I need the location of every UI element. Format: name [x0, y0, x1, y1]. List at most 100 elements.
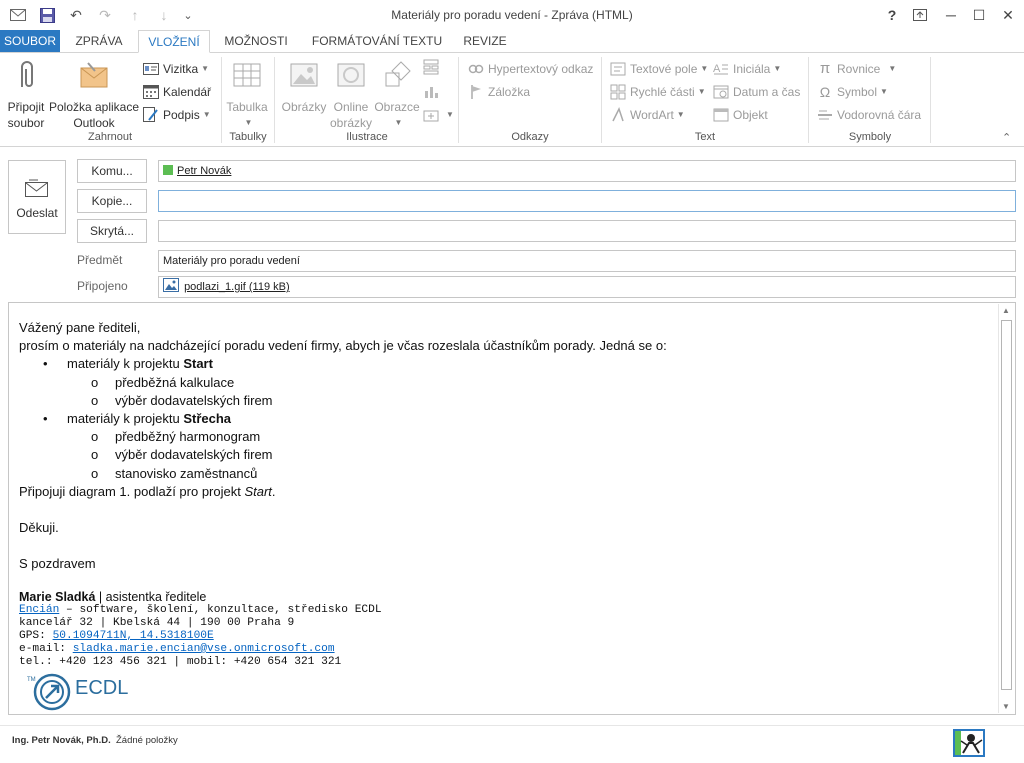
hyperlink-button[interactable]: Hypertextový odkaz [468, 59, 593, 79]
bcc-field[interactable] [158, 220, 1016, 242]
wordart-button[interactable]: WordArt ▼ [610, 105, 685, 125]
object-icon [713, 108, 729, 122]
email-link[interactable]: sladka.marie.encian@vse.onmicrosoft.com [73, 643, 335, 655]
message-body[interactable]: Vážený pane řediteli, prosím o materiály… [8, 302, 1016, 715]
tab-format-text[interactable]: FORMÁTOVÁNÍ TEXTU [306, 30, 448, 53]
sub-list-item: o stanovisko zaměstnanců [19, 465, 989, 483]
bullet-icon: • [43, 356, 48, 372]
smartart-button[interactable] [423, 57, 443, 77]
bookmark-label: Záložka [488, 85, 531, 99]
outlook-item-button[interactable]: Položka aplikace Outlook [48, 59, 140, 131]
sub-list-item: o předběžná kalkulace [19, 374, 989, 392]
pictures-icon [290, 63, 318, 87]
close-button[interactable]: ✕ [994, 4, 1022, 26]
bookmark-button[interactable]: Záložka [468, 82, 530, 102]
people-pane: Ing. Petr Novák, Ph.D. Žádné položky [0, 725, 1024, 763]
send-label: Odeslat [16, 206, 58, 220]
help-button[interactable]: ? [878, 4, 906, 26]
scroll-thumb[interactable] [1001, 320, 1012, 690]
horizontal-line-icon [818, 110, 832, 120]
list-item: • materiály k projektu Střecha [19, 410, 989, 428]
tab-file[interactable]: SOUBOR [0, 30, 60, 53]
business-card-icon [143, 63, 159, 75]
signature-email-line: e-mail: sladka.marie.encian@vse.onmicros… [19, 643, 989, 656]
equation-label: Rovnice [837, 62, 881, 76]
ecdl-logo: TM ECDL [19, 671, 989, 713]
maximize-button[interactable]: ☐ [965, 4, 993, 26]
scroll-down-icon[interactable]: ▼ [1002, 702, 1010, 711]
circle-bullet-icon: o [91, 447, 99, 463]
signature-block: Marie Sladká | asistentka ředitele Enciá… [19, 590, 989, 713]
chevron-down-icon: ▼ [676, 110, 685, 119]
contact-picture[interactable] [953, 729, 985, 757]
gps-link[interactable]: 50.1094711N, 14.5318100E [53, 630, 214, 642]
text-box-icon [610, 62, 626, 76]
quick-parts-button[interactable]: Rychlé části ▼ [610, 82, 706, 102]
thanks-line: Děkuji. [19, 520, 59, 536]
ecdl-globe-icon [33, 673, 71, 711]
drop-cap-button[interactable]: A Iniciála ▼ [713, 59, 781, 79]
equation-button[interactable]: π Rovnice ▼ [817, 59, 896, 79]
group-include-label: Zahrnout [87, 131, 133, 143]
wordart-label: WordArt [630, 108, 674, 122]
to-button[interactable]: Komu... [77, 159, 147, 183]
outlook-item-label-1: Položka aplikace [48, 100, 140, 114]
group-separator [930, 57, 931, 143]
tab-review[interactable]: REVIZE [456, 30, 514, 53]
chart-button[interactable] [423, 81, 443, 101]
attachment-note-end: . [271, 483, 276, 499]
people-pane-person[interactable]: Ing. Petr Novák, Ph.D. [12, 735, 111, 746]
chevron-down-icon: ▼ [773, 64, 782, 73]
horizontal-line-button[interactable]: Vodorovná čára [817, 105, 921, 125]
collapse-ribbon-icon[interactable]: ⌃ [1002, 131, 1011, 144]
tab-options[interactable]: MOŽNOSTI [216, 30, 296, 53]
online-pictures-button[interactable]: Online obrázky [330, 59, 372, 131]
table-button[interactable]: Tabulka ▼ [224, 59, 270, 131]
business-card-button[interactable]: Vizitka ▼ [143, 59, 209, 79]
online-pictures-label-1: Online [333, 100, 369, 114]
group-separator [808, 57, 809, 143]
scroll-up-icon[interactable]: ▲ [1002, 306, 1010, 315]
shapes-button[interactable]: Obrazce ▼ [374, 59, 420, 131]
minimize-button[interactable]: ─ [937, 4, 965, 26]
tab-message[interactable]: ZPRÁVA [66, 30, 132, 53]
body-scrollbar[interactable]: ▲ ▼ [998, 304, 1014, 713]
chevron-down-icon: ▼ [700, 64, 709, 73]
calendar-button[interactable]: Kalendář [143, 82, 211, 102]
list-item-text: materiály k projektu [67, 410, 184, 426]
send-button[interactable]: Odeslat [8, 160, 66, 234]
ribbon-display-options-button[interactable] [906, 4, 934, 26]
cc-button[interactable]: Kopie... [77, 189, 147, 213]
group-separator [274, 57, 275, 143]
signature-button[interactable]: Podpis ▼ [143, 105, 211, 125]
object-button[interactable]: Objekt [713, 105, 768, 125]
pictures-button[interactable]: Obrázky [280, 59, 328, 115]
sub-list-item: o předběžný harmonogram [19, 428, 989, 446]
image-file-icon [163, 278, 179, 292]
project-name: Střecha [183, 410, 232, 426]
chevron-down-icon: ▼ [880, 87, 888, 96]
group-links-label: Odkazy [511, 131, 549, 143]
text-box-button[interactable]: Textové pole ▼ [610, 59, 708, 79]
cc-field[interactable] [158, 190, 1016, 212]
tab-insert[interactable]: VLOŽENÍ [138, 30, 210, 53]
svg-text:A: A [713, 63, 721, 75]
screenshot-button[interactable]: ▼ [423, 105, 454, 125]
attachment-item[interactable]: podlazi_1.gif (119 kB) [184, 281, 290, 293]
group-tables-label: Tabulky [229, 131, 267, 143]
date-time-button[interactable]: Datum a čas [713, 82, 800, 102]
chevron-down-icon: ▼ [888, 64, 897, 73]
to-field[interactable]: Petr Novák [158, 160, 1016, 182]
recipient-petr-novak[interactable]: Petr Novák [177, 165, 231, 177]
symbol-button[interactable]: Ω Symbol ▼ [817, 82, 888, 102]
attach-file-button[interactable]: Připojit soubor [4, 59, 48, 131]
gps-label: GPS: [19, 629, 53, 642]
ecdl-logo-text: ECDL [75, 676, 129, 699]
wordart-icon [612, 107, 624, 122]
signature-company-line: Encián – software, školení, konzultace, … [19, 604, 989, 617]
outlook-item-icon [80, 62, 108, 88]
company-link[interactable]: Encián [19, 604, 59, 616]
bcc-button[interactable]: Skrytá... [77, 219, 147, 243]
subject-field[interactable]: Materiály pro poradu vedení [158, 250, 1016, 272]
